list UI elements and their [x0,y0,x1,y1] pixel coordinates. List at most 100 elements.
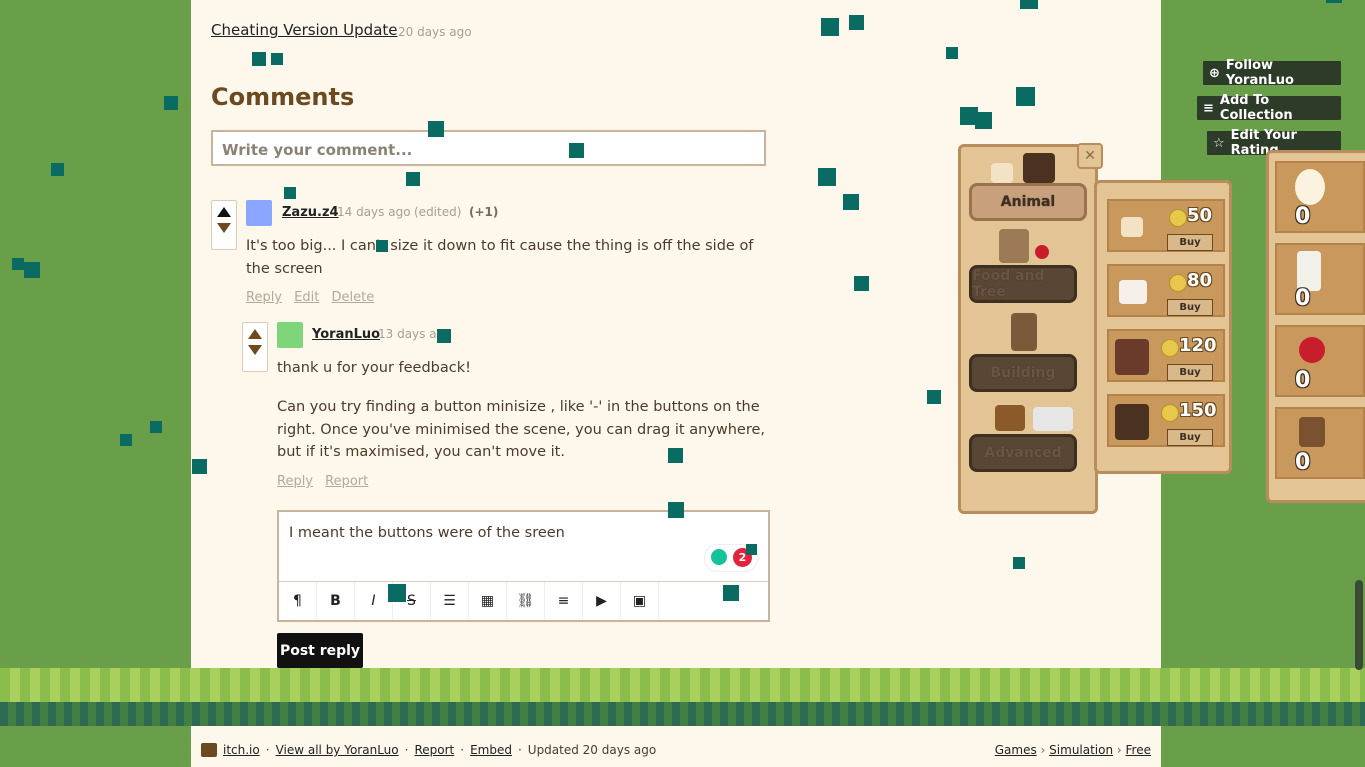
coin-icon [1161,404,1179,422]
inventory-item-cherry[interactable]: 0 [1275,325,1365,397]
comment-body-line: Can you try finding a button minisize , … [277,399,766,460]
post-reply-button[interactable]: Post reply [277,633,363,668]
downvote-button[interactable] [248,345,262,355]
table-icon[interactable]: ▦ [469,582,507,620]
image-icon[interactable]: ▣ [621,582,659,620]
downvote-button[interactable] [217,223,231,233]
avatar [277,322,303,348]
inventory-count: 0 [1295,204,1311,229]
scarecrow-sprite [1011,313,1037,351]
decor-pixel [192,459,207,474]
cherry-sprite [1299,337,1325,363]
grammarly-bulb-icon [711,549,727,565]
upvote-button[interactable] [217,207,231,217]
devlog-link[interactable]: Cheating Version Update [211,21,398,39]
coin-icon [1169,274,1187,292]
decor-pixel [406,172,420,186]
buy-button[interactable]: Buy [1167,234,1213,251]
bullet-list-icon[interactable]: ☰ [431,582,469,620]
shop-price: 150 [1179,400,1217,421]
scrollbar-thumb[interactable] [1355,580,1363,670]
decor-pixel [946,47,958,59]
bold-icon[interactable]: B [317,582,355,620]
decor-pixel [569,143,584,158]
editor-toolbar: ¶ B I S ☰ ▦ ⛓ ≡ ▶ ▣ [279,581,768,620]
close-icon[interactable]: ✕ [1077,143,1103,169]
comment-actions: Reply Edit Delete [246,290,382,305]
cherry-sprite [1035,245,1049,259]
category-animal[interactable]: Animal [969,183,1087,221]
star-icon: ☆ [1213,135,1225,151]
footer-breadcrumb: Games › Simulation › Free [994,743,1151,757]
footer-view-all-link[interactable]: View all by YoranLuo [276,743,399,757]
footer-report-link[interactable]: Report [414,743,454,757]
category-advanced[interactable]: Advanced [969,434,1077,472]
crumb-free[interactable]: Free [1126,743,1151,757]
buy-button[interactable]: Buy [1167,299,1213,316]
align-icon[interactable]: ≡ [545,582,583,620]
shop-price: 80 [1187,270,1213,291]
game-category-panel: ✕ Animal Food and Tree Building Advanced [958,143,1103,514]
buy-button[interactable]: Buy [1167,364,1213,381]
comment-body-line: thank u for your feedback! [277,360,471,376]
inventory-item-milk[interactable]: 0 [1275,243,1365,315]
video-icon[interactable]: ▶ [583,582,621,620]
footer-separator: · [404,743,409,757]
reply-link[interactable]: Reply [246,290,282,305]
follow-button[interactable]: ⊕ Follow YoranLuo [1202,58,1342,88]
milk-bottle-sprite [1297,251,1321,291]
shop-item-cat[interactable]: 150 Buy [1107,394,1225,447]
comment-time: 14 days ago [337,205,411,219]
decor-pixel [376,240,388,252]
comment-body: It's too big... I can't size it down to … [246,238,754,277]
decor-pixel [51,163,64,176]
decor-pixel [849,15,864,30]
decor-pixel [284,187,296,199]
buy-button[interactable]: Buy [1167,429,1213,446]
inventory-item-mushroom[interactable]: 0 [1275,407,1365,479]
game-shop-panel: 50 Buy 80 Buy 120 Buy 150 Buy [1094,180,1232,474]
shop-item-chick[interactable]: 50 Buy [1107,199,1225,252]
coin-icon [1169,209,1187,227]
decor-pixel [428,121,444,137]
comment-input[interactable]: Write your comment... [211,130,766,166]
comment-author[interactable]: Zazu.z4 [282,205,339,220]
link-icon[interactable]: ⛓ [507,582,545,620]
decor-pixel [723,585,739,601]
comment-actions: Reply Report [277,474,376,489]
upvote-button[interactable] [248,329,262,339]
footer: itch.io · View all by YoranLuo · Report … [191,726,1161,767]
crumb-games[interactable]: Games [995,743,1037,757]
category-building[interactable]: Building [969,354,1077,392]
decor-pixel [975,112,992,129]
category-food-and-tree[interactable]: Food and Tree [969,265,1077,303]
paragraph-icon[interactable]: ¶ [279,582,317,620]
inventory-item-egg[interactable]: 0 [1275,161,1365,233]
decor-pixel [1020,0,1038,9]
add-to-collection-button[interactable]: ≡ Add To Collection [1196,93,1342,123]
decor-pixel [271,53,283,65]
edit-link[interactable]: Edit [294,290,319,305]
deer-sprite [995,405,1025,431]
reply-link[interactable]: Reply [277,474,313,489]
comment-author[interactable]: YoranLuo [312,327,380,342]
reply-text[interactable]: I meant the buttons were of the sreen [289,525,565,541]
chick-sprite [991,163,1013,183]
decor-pixel [843,194,859,210]
comment-score: (+1) [469,205,499,219]
footer-site-link[interactable]: itch.io [223,743,260,757]
shop-item-sheep[interactable]: 80 Buy [1107,264,1225,317]
decor-pixel [746,544,757,555]
footer-separator: · [265,743,270,757]
shop-item-hedgehog[interactable]: 120 Buy [1107,329,1225,382]
delete-link[interactable]: Delete [331,290,374,305]
decor-pixel [150,421,162,433]
report-link[interactable]: Report [325,474,368,489]
itchio-logo-icon [201,743,217,757]
footer-embed-link[interactable]: Embed [470,743,512,757]
coin-icon [1161,339,1179,357]
crumb-simulation[interactable]: Simulation [1049,743,1113,757]
decor-pixel [668,448,683,463]
reply-editor[interactable]: I meant the buttons were of the sreen 2 … [277,510,770,622]
mushroom-sprite [1299,417,1325,447]
